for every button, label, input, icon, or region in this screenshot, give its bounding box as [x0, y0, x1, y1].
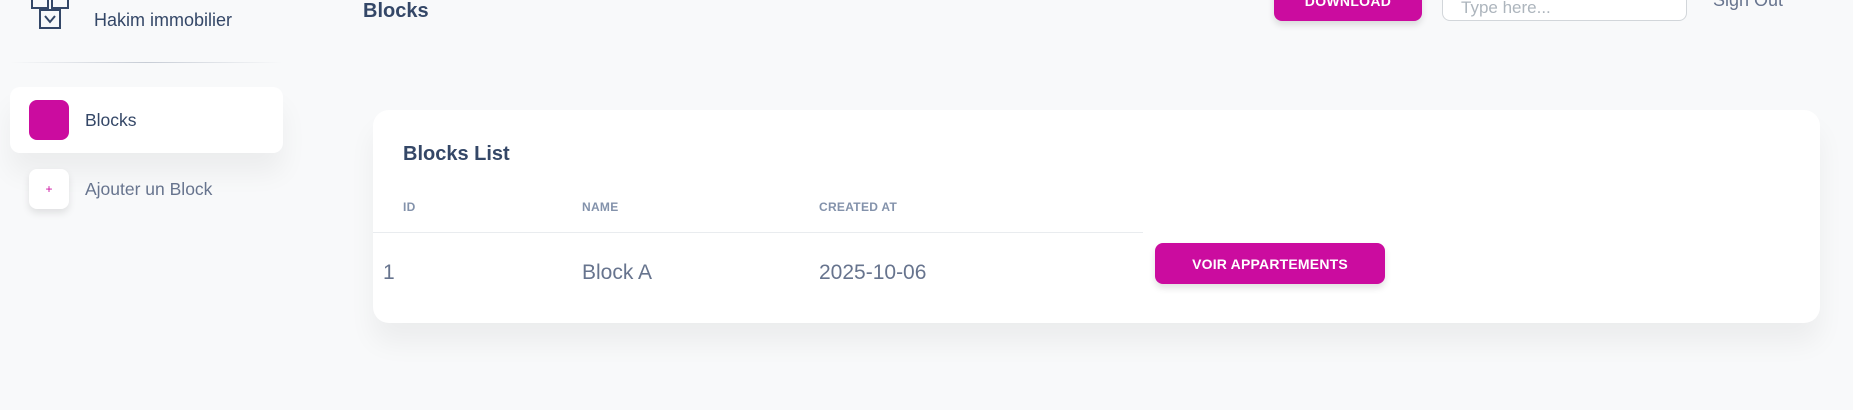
download-button[interactable]: DOWNLOAD: [1274, 0, 1422, 21]
cell-name: Block A: [582, 261, 653, 284]
sidebar-divider: [10, 62, 282, 63]
building-icon: [31, 0, 69, 29]
search-input[interactable]: [1442, 0, 1687, 21]
brand-name: Hakim immobilier: [94, 9, 233, 30]
plus-glyph: +: [45, 182, 53, 196]
sidebar-item-label: Ajouter un Block: [85, 178, 213, 199]
card-title: Blocks List: [403, 143, 510, 165]
plus-icon: +: [29, 169, 69, 209]
cell-id: 1: [383, 261, 395, 284]
voir-appartements-button[interactable]: VOIR APPARTEMENTS: [1155, 243, 1385, 284]
column-header-name: NAME: [582, 200, 619, 214]
page-title: Blocks: [363, 0, 429, 22]
brand[interactable]: Hakim immobilier: [28, 0, 232, 34]
sidebar-item-label: Blocks: [85, 109, 137, 130]
column-header-created-at: CREATED AT: [819, 200, 898, 214]
sidebar-item-add-block[interactable]: + Ajouter un Block: [10, 156, 283, 222]
blocks-list-card: Blocks List ID NAME CREATED AT 1 Block A…: [373, 110, 1820, 323]
column-header-id: ID: [403, 200, 416, 214]
cell-created-at: 2025-10-06: [819, 261, 927, 284]
header-divider: [373, 232, 1143, 233]
sidebar-item-blocks[interactable]: Blocks: [10, 87, 283, 153]
square-icon: [29, 100, 69, 140]
sign-out-link[interactable]: Sign Out: [1713, 0, 1783, 11]
